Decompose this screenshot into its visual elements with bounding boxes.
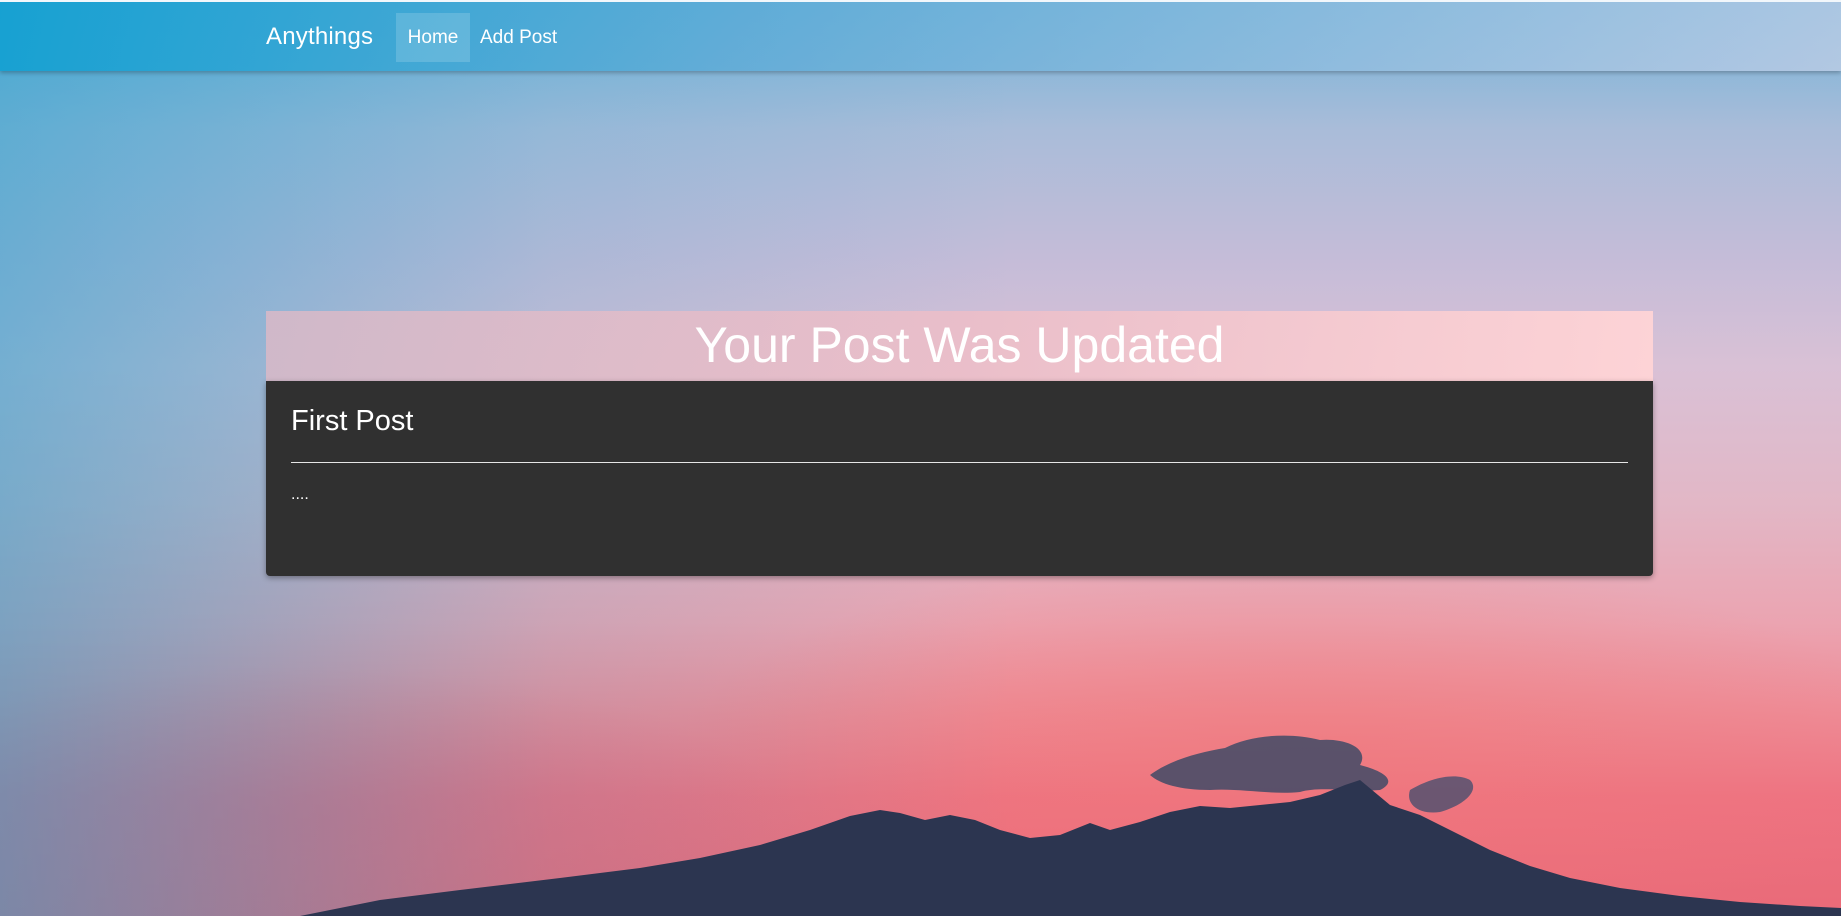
post-divider	[291, 462, 1628, 463]
navbar: Anythings Home Add Post	[0, 0, 1841, 71]
post-title: First Post	[291, 405, 414, 437]
post-body: ....	[291, 486, 309, 503]
banner-title: Your Post Was Updated	[694, 317, 1225, 373]
post-card: First Post ....	[266, 381, 1653, 576]
update-banner: Your Post Was Updated	[266, 311, 1653, 381]
nav-item-home[interactable]: Home	[396, 13, 470, 62]
brand-link[interactable]: Anythings	[266, 23, 373, 51]
nav-item-add-post[interactable]: Add Post	[470, 13, 567, 62]
